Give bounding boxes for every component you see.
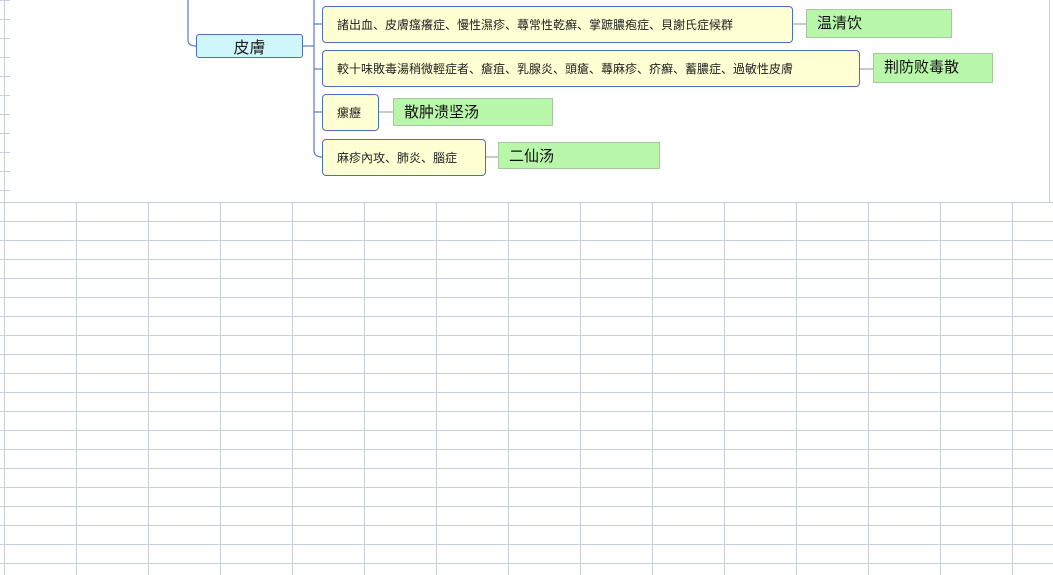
formula-tag-1[interactable]: 温清饮 xyxy=(806,9,952,38)
root-incoming-connector xyxy=(187,0,197,47)
branch-node-label: 諸出血、皮膚瘙癢症、慢性濕疹、蕁常性乾癬、掌蹠膿疱症、貝謝氏症候群 xyxy=(337,18,734,32)
branch-node-label: 瘰癧 xyxy=(337,106,362,120)
formula-tag-label: 温清饮 xyxy=(817,14,863,32)
formula-tag-label: 散肿溃坚汤 xyxy=(404,103,480,121)
mindmap-root-node[interactable]: 皮膚 xyxy=(196,34,303,58)
branch-node-1[interactable]: 諸出血、皮膚瘙癢症、慢性濕疹、蕁常性乾癬、掌蹠膿疱症、貝謝氏症候群 xyxy=(322,6,793,43)
branch-node-4[interactable]: 麻疹內攻、肺炎、腦症 xyxy=(322,139,486,176)
root-node-label: 皮膚 xyxy=(233,38,266,57)
branch-node-label: 麻疹內攻、肺炎、腦症 xyxy=(337,151,458,165)
formula-tag-3[interactable]: 散肿溃坚汤 xyxy=(393,98,553,126)
branch-node-label: 較十味敗毒湯稍微輕症者、瘡疽、乳腺炎、頭瘡、蕁麻疹、疥癬、蓄膿症、過敏性皮膚 xyxy=(337,62,794,76)
spreadsheet-grid[interactable] xyxy=(0,202,1053,575)
formula-tag-2[interactable]: 荆防败毒散 xyxy=(873,53,993,83)
formula-tag-label: 二仙汤 xyxy=(509,147,555,165)
branch-node-3[interactable]: 瘰癧 xyxy=(322,94,379,131)
branch-node-2[interactable]: 較十味敗毒湯稍微輕症者、瘡疽、乳腺炎、頭瘡、蕁麻疹、疥癬、蓄膿症、過敏性皮膚 xyxy=(322,50,860,87)
formula-tag-4[interactable]: 二仙汤 xyxy=(498,142,660,169)
formula-tag-label: 荆防败毒散 xyxy=(884,58,960,76)
